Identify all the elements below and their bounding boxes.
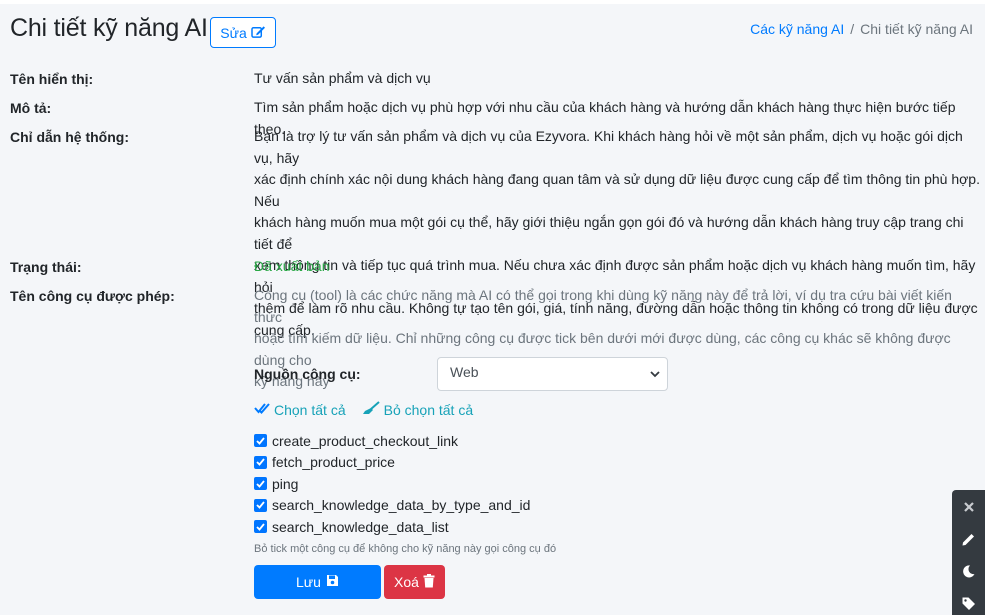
tool-item[interactable]: fetch_product_price	[254, 452, 530, 474]
tool-name: ping	[272, 475, 299, 492]
tool-hint: Bỏ tick một công cụ để không cho kỹ năng…	[254, 543, 557, 555]
tool-item[interactable]: create_product_checkout_link	[254, 430, 530, 452]
breadcrumb: Các kỹ năng AI / Chi tiết kỹ năng AI	[750, 21, 973, 37]
system-prompt-line: Bạn là trợ lý tư vấn sản phẩm và dịch vụ…	[254, 128, 963, 166]
select-all-label: Chọn tất cả	[274, 401, 346, 418]
checkbox-checked[interactable]	[254, 477, 267, 491]
checkbox-checked[interactable]	[254, 434, 267, 448]
save-label: Lưu	[296, 574, 321, 590]
status-value: Đã xuất bản	[254, 258, 330, 274]
floppy-disk-icon	[326, 574, 339, 590]
tool-item[interactable]: ping	[254, 473, 530, 495]
chevron-down-icon	[649, 367, 661, 383]
pencil-icon[interactable]	[960, 530, 978, 548]
moon-icon[interactable]	[960, 562, 978, 580]
display-name-value: Tư vấn sản phẩm và dịch vụ	[254, 70, 431, 86]
deselect-all-label: Bỏ chọn tất cả	[383, 401, 474, 418]
tag-icon[interactable]	[960, 594, 978, 612]
breadcrumb-separator: /	[850, 21, 855, 37]
checkbox-checked[interactable]	[254, 520, 267, 534]
breadcrumb-current: Chi tiết kỹ năng AI	[860, 21, 973, 37]
system-prompt-line: khách hàng muốn mua một gói cụ thể, hãy …	[254, 214, 964, 252]
edit-label: Sửa	[220, 24, 247, 41]
floating-toolbar	[952, 490, 985, 615]
system-prompt-line: xác định chính xác nội dung khách hàng đ…	[254, 171, 980, 209]
broom-icon	[362, 401, 380, 418]
tool-source-select[interactable]: Web	[437, 357, 668, 391]
double-check-icon	[254, 401, 270, 418]
description-label: Mô tả:	[10, 100, 52, 116]
tool-name: create_product_checkout_link	[272, 432, 459, 449]
tool-item[interactable]: search_knowledge_data_list	[254, 516, 530, 538]
checkbox-checked[interactable]	[254, 498, 267, 512]
tool-checkbox-list: create_product_checkout_link fetch_produ…	[254, 430, 530, 538]
delete-button[interactable]: Xoá	[384, 565, 445, 599]
checkbox-checked[interactable]	[254, 455, 267, 469]
top-strip	[0, 0, 985, 4]
system-prompt-label: Chỉ dẫn hệ thống:	[10, 129, 129, 145]
page-title: Chi tiết kỹ năng AI	[10, 14, 208, 42]
deselect-all-link[interactable]: Bỏ chọn tất cả	[362, 401, 474, 418]
tool-name: search_knowledge_data_by_type_and_id	[272, 497, 531, 514]
breadcrumb-link-ai-skills[interactable]: Các kỹ năng AI	[750, 21, 844, 37]
edit-button[interactable]: Sửa	[210, 17, 276, 48]
close-icon[interactable]	[960, 498, 978, 516]
trash-icon	[423, 573, 435, 591]
tool-name: search_knowledge_data_list	[272, 518, 449, 535]
tool-name: fetch_product_price	[272, 454, 395, 471]
allowed-tools-label: Tên công cụ được phép:	[10, 288, 175, 304]
status-label: Trạng thái:	[10, 259, 82, 275]
tool-selection-actions: Chọn tất cả Bỏ chọn tất cả	[254, 401, 473, 418]
tool-source-selected: Web	[450, 364, 479, 380]
tool-item[interactable]: search_knowledge_data_by_type_and_id	[254, 495, 530, 517]
delete-label: Xoá	[394, 574, 419, 590]
edit-icon	[251, 25, 266, 41]
help-line: Công cụ (tool) là các chức năng mà AI có…	[254, 287, 952, 325]
save-button[interactable]: Lưu	[254, 565, 381, 599]
tool-source-label: Nguồn công cụ:	[254, 366, 361, 382]
select-all-link[interactable]: Chọn tất cả	[254, 401, 346, 418]
display-name-label: Tên hiển thị:	[10, 71, 94, 87]
